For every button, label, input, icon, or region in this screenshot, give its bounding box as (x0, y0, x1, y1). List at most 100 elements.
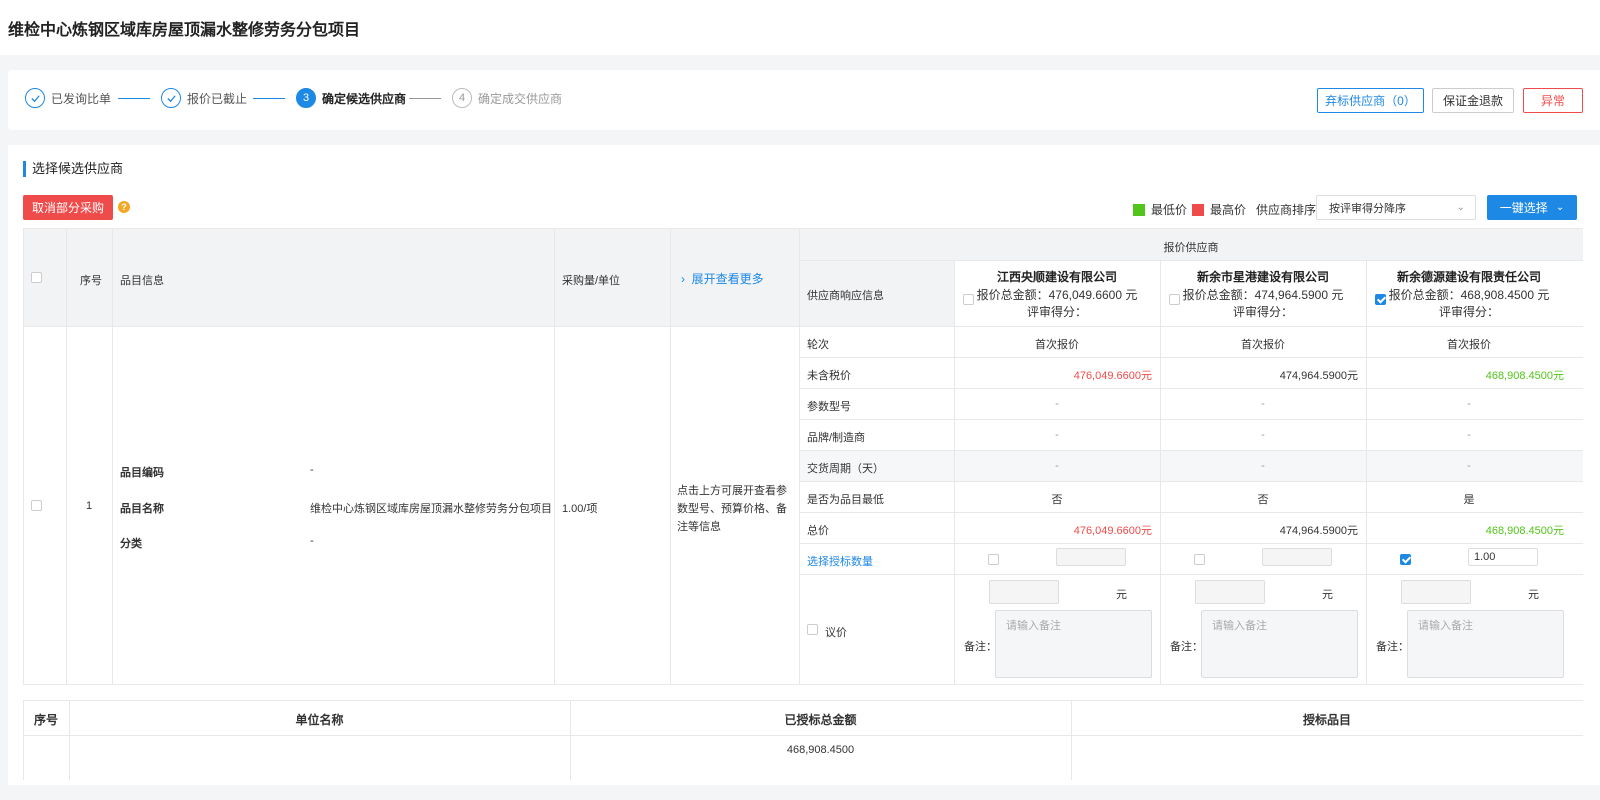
summary-header-unit: 单位名称 (295, 713, 344, 727)
summary-header-index: 序号 (33, 713, 58, 727)
supplier-name: 江西央顺建设有限公司 (996, 270, 1117, 284)
legend-lowest-label: 最低价 (1151, 203, 1188, 217)
s3-remark-textarea[interactable]: 请输入备注 (1407, 610, 1564, 678)
attr-delivery: 交货周期（天） (807, 463, 884, 475)
supplier-header-1: 江西央顺建设有限公司 报价总金额：476,049.6600 元 评审得分： (954, 260, 1160, 326)
deposit-refund-button[interactable]: 保证金退款 (1432, 88, 1514, 113)
s3-yuan-unit: 元 (1528, 589, 1539, 601)
summary-amount-value: 468,908.4500 (786, 744, 855, 756)
negotiate-checkbox[interactable] (807, 624, 818, 635)
check-icon (161, 88, 181, 108)
step-connector (253, 98, 285, 99)
supplier-score: 评审得分： (1026, 305, 1087, 319)
cancel-partial-purchase-button[interactable]: 取消部分采购 (23, 195, 113, 220)
s3-model: - (1467, 398, 1471, 410)
sort-label: 供应商排序 (1256, 203, 1317, 217)
s2-yuan-unit: 元 (1322, 589, 1333, 601)
step-connector (118, 98, 150, 99)
s2-award-checkbox[interactable] (1194, 554, 1205, 565)
s2-price: 474,964.5900元 (1279, 370, 1358, 382)
step-4: 4 确定成交供应商 (452, 88, 562, 108)
s3-is-lowest: 是 (1463, 494, 1475, 506)
abnormal-button[interactable]: 异常 (1523, 88, 1583, 113)
legend-highest-label: 最高价 (1210, 203, 1247, 217)
attr-round: 轮次 (807, 339, 829, 351)
s1-is-lowest: 否 (1051, 494, 1063, 506)
s3-round: 首次报价 (1447, 339, 1491, 351)
s1-brand: - (1055, 429, 1059, 441)
attr-total: 总价 (807, 525, 829, 537)
header-index: 序号 (80, 275, 102, 287)
lowest-swatch (1133, 203, 1145, 216)
s2-model: - (1261, 398, 1265, 410)
step-3: 3 确定候选供应商 (296, 88, 406, 108)
attr-price-excl-tax: 未含税价 (807, 370, 851, 382)
check-icon (25, 88, 45, 108)
attr-model: 参数型号 (807, 401, 851, 413)
s1-price: 476,049.6600元 (1073, 370, 1152, 382)
chevron-down-icon: ⌄ (1456, 202, 1465, 213)
item-category-label: 分类 (120, 538, 142, 550)
supplier-header-3: 新余德源建设有限责任公司 报价总金额：468,908.4500 元 评审得分： (1366, 260, 1572, 326)
s3-award-qty-input[interactable]: 1.00 (1468, 548, 1538, 566)
abandon-suppliers-button[interactable]: 弃标供应商（0） (1317, 88, 1424, 113)
supplier-name: 新余德源建设有限责任公司 (1396, 270, 1541, 284)
supplier-total: 报价总金额：474,964.5900 元 (1182, 288, 1344, 302)
step-2: 报价已截止 (161, 88, 247, 108)
expand-hint: 点击上方可展开查看参数型号、预算价格、备注等信息 (677, 485, 787, 533)
s1-model: - (1055, 398, 1059, 410)
s2-negotiate-price-input[interactable] (1195, 580, 1265, 604)
s1-award-checkbox[interactable] (988, 554, 999, 565)
expand-more-link[interactable]: › 展开查看更多 (681, 270, 764, 287)
select-all-checkbox[interactable] (31, 272, 42, 283)
s3-negotiate-price-input[interactable] (1401, 580, 1471, 604)
one-click-label: 一键选择 (1499, 201, 1548, 215)
s1-total: 476,049.6600元 (1073, 525, 1152, 537)
s2-award-qty-input[interactable] (1262, 548, 1332, 566)
row-checkbox[interactable] (31, 500, 42, 511)
header-quoted-suppliers: 报价供应商 (1163, 242, 1219, 254)
page-header: 维检中心炼钢区域库房屋顶漏水整修劳务分包项目 (0, 0, 1600, 55)
s3-price: 468,908.4500元 (1485, 370, 1564, 382)
step-1: 已发询比单 (25, 88, 111, 108)
main-card: 选择候选供应商 取消部分采购 ? 最低价 最高价 供应商排序 按评审得分降序 ⌄… (8, 145, 1600, 785)
attr-brand: 品牌/制造商 (807, 432, 866, 444)
step-number: 3 (296, 88, 316, 108)
s1-remark-textarea[interactable]: 请输入备注 (995, 610, 1152, 678)
page-title: 维检中心炼钢区域库房屋顶漏水整修劳务分包项目 (8, 22, 361, 39)
legend-lowest: 最低价 (1133, 201, 1187, 218)
s2-round: 首次报价 (1241, 339, 1285, 351)
item-code-label: 品目编码 (120, 467, 164, 479)
select-award-qty-link[interactable]: 选择授标数量 (807, 553, 873, 569)
help-icon[interactable]: ? (118, 201, 130, 213)
steps-bar: 已发询比单 报价已截止 3 确定候选供应商 4 确定成交供应商 弃标供应商（0）… (8, 70, 1600, 130)
s2-delivery: - (1261, 460, 1265, 472)
supplier-score: 评审得分： (1232, 305, 1293, 319)
one-click-select-button[interactable]: 一键选择 ⌄ (1487, 195, 1577, 220)
step-connector (409, 98, 441, 99)
sort-select[interactable]: 按评审得分降序 ⌄ (1316, 195, 1476, 220)
supplier-total: 报价总金额：468,908.4500 元 (1388, 288, 1550, 302)
s2-total: 474,964.5900元 (1279, 525, 1358, 537)
s2-brand: - (1261, 429, 1265, 441)
step-label: 报价已截止 (187, 91, 248, 106)
item-name-value: 维检中心炼钢区域库房屋顶漏水整修劳务分包项目 (310, 503, 552, 515)
s3-brand: - (1467, 429, 1471, 441)
highest-swatch (1192, 203, 1204, 216)
step-number: 4 (452, 88, 472, 108)
header-qty-unit: 采购量/单位 (562, 275, 621, 287)
row-index: 1 (86, 500, 93, 512)
chevron-right-icon: › (681, 272, 692, 286)
s2-remark-textarea[interactable]: 请输入备注 (1201, 610, 1358, 678)
sort-value: 按评审得分降序 (1329, 202, 1406, 215)
s1-award-qty-input[interactable] (1056, 548, 1126, 566)
s1-yuan-unit: 元 (1116, 589, 1127, 601)
s3-award-checkbox[interactable] (1400, 554, 1411, 565)
item-category-value: - (310, 535, 314, 547)
step-label: 确定成交供应商 (478, 91, 563, 106)
step-label: 已发询比单 (51, 91, 112, 106)
header-response-info: 供应商响应信息 (807, 290, 884, 302)
supplier-total: 报价总金额：476,049.6600 元 (976, 288, 1138, 302)
supplier-name: 新余市星港建设有限公司 (1196, 270, 1329, 284)
s1-negotiate-price-input[interactable] (989, 580, 1059, 604)
